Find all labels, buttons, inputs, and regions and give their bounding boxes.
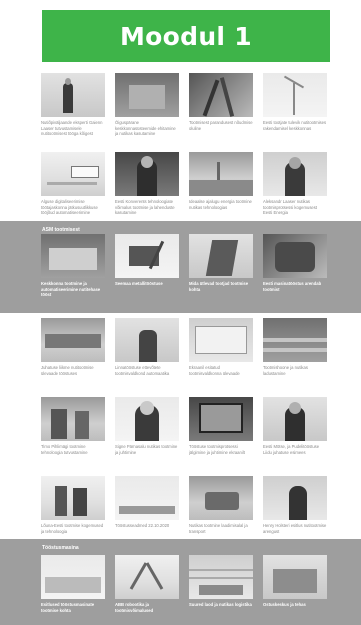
video-caption: Eesti tootjate tulevik nutitootmises rak… — [263, 120, 327, 131]
video-caption: Ostuskeskus ja tehas — [263, 602, 306, 607]
video-caption: Timo Pihlimägi tootmine tehnoloogia tutv… — [41, 444, 88, 455]
video-card[interactable]: Õiguspärane keskkonnasüsteemide ehitamin… — [115, 73, 179, 146]
video-thumbnail[interactable] — [263, 152, 327, 196]
video-thumbnail[interactable] — [189, 397, 253, 441]
video-card[interactable]: Tootmisest parandusest nõudmise oluline — [189, 73, 253, 146]
video-thumbnail[interactable] — [263, 555, 327, 599]
video-thumbnail[interactable] — [263, 476, 327, 520]
video-caption: Eesti Mötse, ja Pudelitööstuse Liidu juh… — [263, 444, 320, 455]
video-thumbnail[interactable] — [189, 555, 253, 599]
video-card[interactable]: Ekraanil esitatud tootmisvaldkonna üleva… — [189, 318, 253, 391]
video-card[interactable]: Eesti Mötse, ja Pudelitööstuse Liidu juh… — [263, 397, 327, 470]
video-thumbnail[interactable] — [189, 318, 253, 362]
video-caption: Seemaa metallitööstuse — [115, 281, 163, 286]
video-card[interactable]: Esitlused tööstusmasinate tootmise kohta — [41, 555, 105, 625]
video-caption: Esitlused tööstusmasinate tootmise kohta — [41, 602, 95, 613]
video-card[interactable]: Signe Pärnasalu nutikas tootmine ja juht… — [115, 397, 179, 470]
video-thumbnail[interactable] — [115, 397, 179, 441]
video-thumbnail[interactable] — [115, 234, 179, 278]
video-thumbnail[interactable] — [189, 73, 253, 117]
video-card[interactable]: Tööstuse tootmisprotsessi jälgimine ja j… — [189, 397, 253, 470]
video-card[interactable]: Suured laod ja nutikas logistika — [189, 555, 253, 625]
video-thumbnail[interactable] — [41, 555, 105, 599]
video-caption: Mida ütlevad tootjad tootmise kohta — [189, 281, 249, 292]
band-title: Tööstusmasina — [42, 545, 79, 551]
video-card[interactable]: Mida ütlevad tootjad tootmise kohta — [189, 234, 253, 307]
video-caption: Tootmishoone ja nutikas ladustamine — [263, 365, 308, 376]
video-thumbnail[interactable] — [115, 152, 179, 196]
video-card[interactable]: Ideaalse ajalugu energia tootmine nutika… — [189, 152, 253, 225]
video-caption: Tootmisest parandusest nõudmise oluline — [189, 120, 253, 131]
video-caption: Suured laod ja nutikas logistika — [189, 602, 252, 607]
video-caption: Nutiõpiväljaande eksperti Gaienn Laaser … — [41, 120, 103, 137]
video-thumbnail[interactable] — [263, 318, 327, 362]
video-card[interactable]: Ostuskeskus ja tehas — [263, 555, 327, 625]
video-card[interactable]: Linnatööstuse ettevõtete tootmisvaldkond… — [115, 318, 179, 391]
video-caption: Õiguspärane keskkonnasüsteemide ehitamin… — [115, 120, 176, 137]
video-card[interactable]: Alguse digitaliseerimise töötajaskonna j… — [41, 152, 105, 225]
video-caption: Eesti masinatööstus arendab tootmist — [263, 281, 322, 292]
video-caption: Linnatööstuse ettevõtete tootmisvaldkond… — [115, 365, 170, 376]
video-thumbnail[interactable] — [41, 476, 105, 520]
video-thumbnail[interactable] — [263, 73, 327, 117]
video-caption: Juhatuse liikme nutitootmise ülevaade tö… — [41, 365, 94, 376]
video-thumbnail[interactable] — [115, 318, 179, 362]
video-card[interactable]: Tootmishoone ja nutikas ladustamine — [263, 318, 327, 391]
video-thumbnail[interactable] — [115, 555, 179, 599]
video-thumbnail[interactable] — [115, 73, 179, 117]
video-thumbnail[interactable] — [41, 234, 105, 278]
video-thumbnail[interactable] — [41, 397, 105, 441]
video-card[interactable]: Timo Pihlimägi tootmine tehnoloogia tutv… — [41, 397, 105, 470]
video-thumbnail[interactable] — [41, 73, 105, 117]
video-thumbnail[interactable] — [41, 318, 105, 362]
module-title: Moodul 1 — [120, 21, 252, 51]
video-grid-2: Juhatuse liikme nutitootmise ülevaade tö… — [41, 318, 327, 549]
video-card[interactable]: Eesti tootjate tulevik nutitootmises rak… — [263, 73, 327, 146]
band-title: ASM tootmisest — [42, 227, 80, 233]
video-card[interactable]: Eesti masinatööstus arendab tootmist — [263, 234, 327, 307]
video-grid-band-1: Keskkonna tootmine ja automatiseerimine … — [41, 234, 327, 307]
video-thumbnail[interactable] — [189, 476, 253, 520]
video-caption: Ekraanil esitatud tootmisvaldkonna üleva… — [189, 365, 240, 376]
video-thumbnail[interactable] — [115, 476, 179, 520]
video-card[interactable]: Seemaa metallitööstuse — [115, 234, 179, 307]
video-card[interactable]: Keskkonna tootmine ja automatiseerimine … — [41, 234, 105, 307]
video-caption: Signe Pärnasalu nutikas tootmine ja juht… — [115, 444, 178, 455]
video-card[interactable]: Aleksandr Laaser nutikas tootmisprotsess… — [263, 152, 327, 225]
video-caption: Tööstuse tootmisprotsessi jälgimine ja j… — [189, 444, 245, 455]
video-card[interactable]: Eesti Konverents tehnoloogiate võimalus … — [115, 152, 179, 225]
video-grid-band-2: Esitlused tööstusmasinate tootmise kohta… — [41, 555, 327, 625]
video-card[interactable]: Nutiõpiväljaande eksperti Gaienn Laaser … — [41, 73, 105, 146]
video-card[interactable]: Juhatuse liikme nutitootmise ülevaade tö… — [41, 318, 105, 391]
video-caption: Keskkonna tootmine ja automatiseerimine … — [41, 281, 101, 298]
video-caption: ABB robootika ja tootmisvõimalused — [115, 602, 154, 613]
video-thumbnail[interactable] — [263, 397, 327, 441]
video-card[interactable]: ABB robootika ja tootmisvõimalused — [115, 555, 179, 625]
video-thumbnail[interactable] — [263, 234, 327, 278]
video-grid-1: Nutiõpiväljaande eksperti Gaienn Laaser … — [41, 73, 327, 225]
video-thumbnail[interactable] — [189, 234, 253, 278]
video-thumbnail[interactable] — [41, 152, 105, 196]
video-thumbnail[interactable] — [189, 152, 253, 196]
module-header: Moodul 1 — [42, 10, 330, 62]
